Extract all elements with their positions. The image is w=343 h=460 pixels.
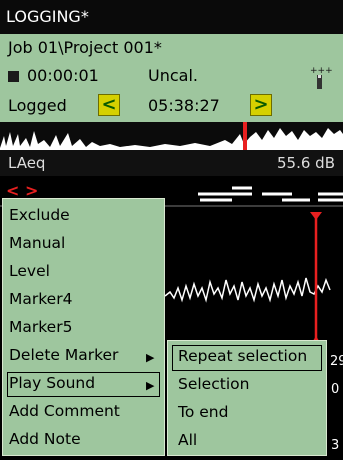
svg-text:+++: +++ [310,66,332,76]
record-timer: 00:00:01 [8,66,99,85]
submenu-arrow-icon: ▶ [146,379,155,392]
submenu-arrow-icon: ▶ [146,351,155,364]
submenu-item-all[interactable]: All [178,431,197,449]
menu-item-add-comment[interactable]: Add Comment [9,402,120,420]
stop-icon[interactable] [8,71,19,82]
context-menu: Exclude Manual Level Marker4 Marker5 Del… [2,198,165,456]
timer-value: 00:00:01 [27,66,99,85]
project-path: Job 01\Project 001* [8,38,162,57]
menu-item-exclude[interactable]: Exclude [9,206,70,224]
side-value-3: 3 [331,438,340,453]
submenu-item-repeat-selection[interactable]: Repeat selection [178,347,307,365]
menu-item-delete-marker[interactable]: Delete Marker [9,346,118,364]
sound-waveform [164,277,331,303]
submenu-item-selection[interactable]: Selection [178,375,249,393]
calibration-status: Uncal. [148,66,198,85]
submenu-item-to-end[interactable]: To end [178,403,228,421]
play-sound-submenu: Repeat selection Selection To end All [167,340,327,456]
prev-button[interactable]: < [98,94,120,116]
menu-item-add-note[interactable]: Add Note [9,430,81,448]
position-marker [243,122,247,150]
level-label: LAeq [8,154,46,172]
side-value-1: 29 [330,354,343,369]
next-button[interactable]: > [250,94,272,116]
overview-waveform[interactable] [0,122,343,150]
menu-item-marker4[interactable]: Marker4 [9,290,72,308]
menu-item-manual[interactable]: Manual [9,234,65,252]
level-dashes [198,186,343,202]
antenna-icon: +++ [308,64,333,94]
level-bar: LAeq 55.6 dB [0,150,343,176]
menu-item-level[interactable]: Level [9,262,50,280]
side-value-2: 0 [331,382,340,397]
playhead-handle[interactable] [310,212,322,220]
menu-item-marker5[interactable]: Marker5 [9,318,72,336]
logged-label: Logged [8,96,67,115]
logged-time: 05:38:27 [148,96,220,115]
level-value: 55.6 dB [277,154,335,172]
menu-item-play-sound[interactable]: Play Sound [9,374,95,392]
window-title: LOGGING* [0,0,343,34]
